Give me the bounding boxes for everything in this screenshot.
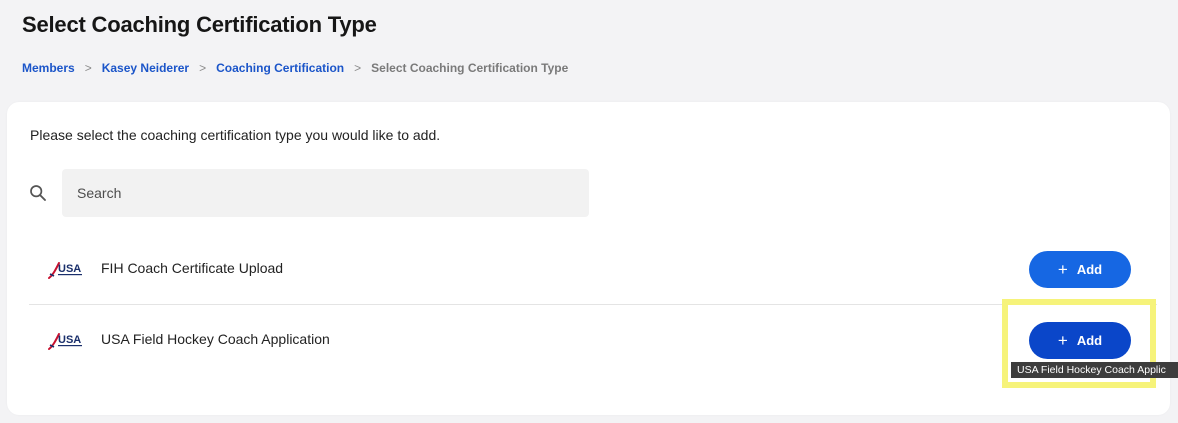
list-item: USA FIH Coach Certificate Upload + Add <box>7 238 1170 298</box>
list-item: USA USA Field Hockey Coach Application +… <box>7 309 1170 369</box>
breadcrumb: Members > Kasey Neiderer > Coaching Cert… <box>22 61 568 75</box>
certification-type-card: Please select the coaching certification… <box>7 102 1170 415</box>
add-button-label: Add <box>1076 262 1103 277</box>
breadcrumb-link-coaching-certification[interactable]: Coaching Certification <box>216 61 344 75</box>
search-icon <box>30 185 46 201</box>
breadcrumb-separator: > <box>354 61 362 75</box>
breadcrumb-link-members[interactable]: Members <box>22 61 75 75</box>
svg-text:USA: USA <box>58 263 81 275</box>
row-divider <box>29 304 1157 305</box>
svg-text:USA: USA <box>58 334 81 346</box>
plus-icon: + <box>1057 260 1068 279</box>
certification-name: FIH Coach Certificate Upload <box>101 260 284 276</box>
button-tooltip: USA Field Hockey Coach Applic <box>1011 362 1178 378</box>
search-input[interactable] <box>62 169 589 217</box>
plus-icon: + <box>1057 331 1068 350</box>
intro-text: Please select the coaching certification… <box>30 127 441 143</box>
breadcrumb-separator: > <box>199 61 207 75</box>
certification-name: USA Field Hockey Coach Application <box>101 331 330 347</box>
add-fih-coach-certificate-button[interactable]: + Add <box>1029 251 1131 288</box>
usa-field-hockey-logo-icon: USA <box>48 333 82 350</box>
breadcrumb-current: Select Coaching Certification Type <box>371 61 569 75</box>
add-button-label: Add <box>1076 333 1103 348</box>
breadcrumb-link-member[interactable]: Kasey Neiderer <box>102 61 189 75</box>
add-usa-field-hockey-coach-application-button[interactable]: + Add <box>1029 322 1131 359</box>
page-title: Select Coaching Certification Type <box>22 12 377 37</box>
usa-field-hockey-logo-icon: USA <box>48 262 82 279</box>
breadcrumb-separator: > <box>84 61 92 75</box>
